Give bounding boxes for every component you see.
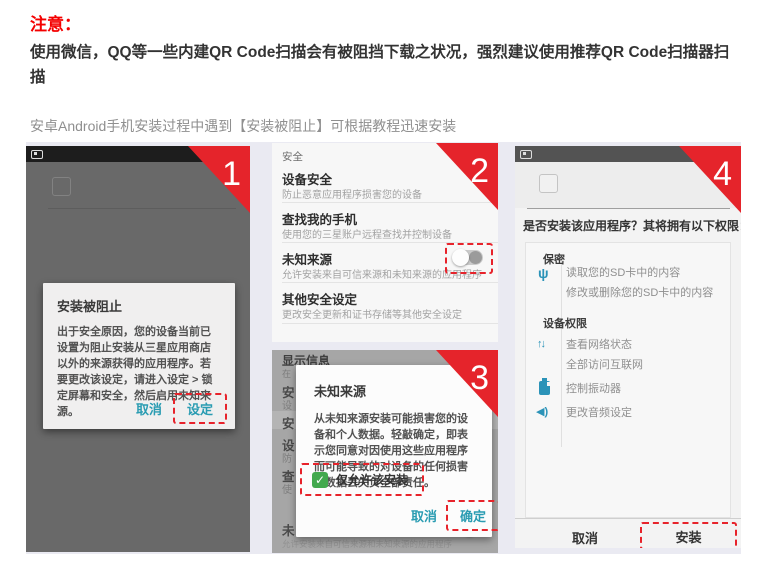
- install-blocked-dialog: 安装被阻止 出于安全原因，您的设备当前已设置为阻止安装从三星应用商店以外的来源获…: [43, 283, 235, 429]
- divider: [282, 282, 498, 283]
- settings-item-subtitle: 防止恶意应用程序损害您的设备: [282, 186, 422, 201]
- app-icon-placeholder: [52, 177, 71, 196]
- step-number: 1: [222, 156, 241, 192]
- phone-screenshot-step4: 1 4G 7 是否安装该应用程序？其将拥有以下权限： 保密 ψ 读取您的SD卡中…: [515, 146, 741, 548]
- step-number: 2: [470, 153, 489, 189]
- divider: [561, 259, 562, 447]
- permission-text: 读取您的SD卡中的内容: [566, 263, 680, 283]
- unknown-sources-dialog: 未知来源 从未知来源安装可能损害您的设备和个人数据。轻敲确定，即表示您同意对因使…: [296, 365, 492, 537]
- dimmed-fragment: 安: [282, 413, 295, 432]
- dimmed-fragment: 防: [282, 450, 292, 465]
- notice-title: 注意：: [30, 10, 81, 35]
- permission-text: 更改音频设定: [566, 403, 632, 423]
- dimmed-bottom-line: 允许安装来自可信来源和未知来源的应用程序: [282, 538, 452, 550]
- checkbox-checked-icon[interactable]: ✓: [312, 472, 328, 488]
- dimmed-fragment: 未: [282, 520, 295, 539]
- vibration-icon: [539, 381, 550, 395]
- dimmed-fragment: 使: [282, 481, 292, 496]
- phone-screenshot-step1: 1 4G 7 安装被阻止 出于安全原因，您的设备当前已设置为阻止安装从三星应用商…: [26, 146, 250, 552]
- permission-text: 全部访问互联网: [566, 355, 643, 375]
- audio-icon: ◀): [536, 405, 548, 418]
- install-question-title: 是否安装该应用程序？其将拥有以下权限：: [523, 217, 741, 234]
- phone-screenshot-step3: 显示信息 在 安 设 安 设 防 查 使 未 允许安装来自可信来源和未知来源的应…: [272, 350, 498, 553]
- cancel-button[interactable]: 取消: [404, 503, 444, 528]
- dialog-title: 安装被阻止: [57, 296, 221, 315]
- network-arrows-icon: ↑↓: [537, 338, 544, 350]
- cancel-button[interactable]: 取消: [129, 396, 169, 421]
- step-badge-2: 2: [436, 143, 498, 210]
- tutorial-subtitle: 安卓Android手机安装过程中遇到【安装被阻止】可根据教程迅速安装: [30, 116, 456, 136]
- settings-item-subtitle: 更改安全更新和证书存储等其他安全设定: [282, 306, 462, 321]
- section-header-device: 设备权限: [543, 315, 587, 331]
- app-icon-placeholder: [539, 174, 558, 193]
- highlight-checkbox-box: ✓ 仅允许该安装: [300, 463, 424, 496]
- permission-text: 查看网络状态: [566, 335, 632, 355]
- divider: [282, 323, 498, 324]
- permission-text: 修改或删除您的SD卡中的内容: [566, 283, 713, 303]
- install-button[interactable]: 安装: [675, 527, 701, 546]
- phone-screenshot-step2: 安全 设备安全 防止恶意应用程序损害您的设备 查找我的手机 使用您的三星账户远程…: [272, 143, 498, 342]
- highlight-toggle-box: [445, 243, 493, 274]
- tutorial-page: 注意： 使用微信，QQ等一些内建QR Code扫描会有被阻挡下载之状况，强烈建议…: [0, 0, 767, 570]
- notice-body: 使用微信，QQ等一些内建QR Code扫描会有被阻挡下载之状况，强烈建议使用推荐…: [30, 40, 744, 90]
- dialog-title: 未知来源: [314, 381, 474, 400]
- divider: [48, 208, 236, 209]
- divider: [282, 202, 498, 203]
- notification-icon: [31, 150, 43, 159]
- ok-button[interactable]: 确定: [446, 500, 498, 531]
- settings-button[interactable]: 设定: [173, 393, 227, 424]
- permission-text: 控制振动器: [566, 379, 621, 399]
- step-badge-1: 1: [188, 146, 250, 213]
- dimmed-fragment: 设: [282, 397, 292, 412]
- permissions-panel: 保密 ψ 读取您的SD卡中的内容 修改或删除您的SD卡中的内容 设备权限 ↑↓ …: [525, 242, 731, 518]
- settings-item-subtitle: 使用您的三星账户远程查找并控制设备: [282, 226, 452, 241]
- divider: [527, 208, 730, 209]
- usb-storage-icon: ψ: [538, 265, 549, 281]
- notification-icon: [520, 150, 532, 159]
- security-header: 安全: [282, 149, 303, 164]
- cancel-button[interactable]: 取消: [555, 528, 615, 547]
- highlight-install-box: 安装: [640, 522, 737, 548]
- checkbox-label: 仅允许该安装: [336, 471, 408, 488]
- dimmed-subtext: 在: [282, 367, 291, 380]
